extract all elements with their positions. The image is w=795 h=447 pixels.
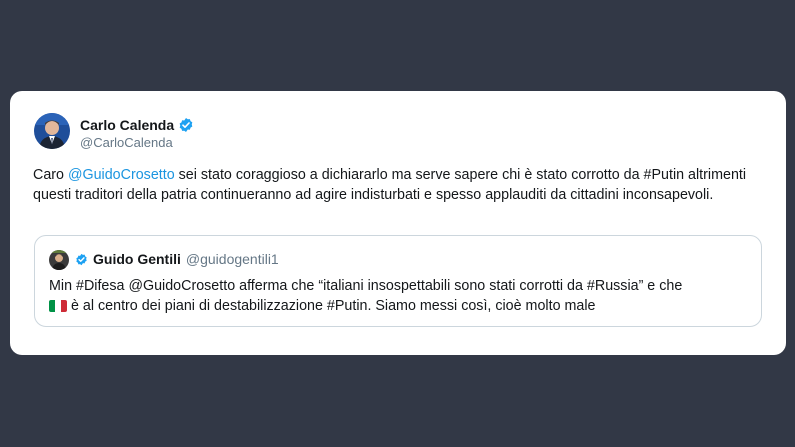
author-avatar[interactable] — [34, 113, 70, 149]
mention-link[interactable]: @GuidoCrosetto — [68, 167, 175, 183]
tweet-text: Caro @GuidoCrosetto sei stato coraggioso… — [33, 165, 763, 205]
verified-badge-icon — [75, 253, 88, 266]
quoted-text: Min #Difesa @GuidoCrosetto afferma che “… — [49, 276, 749, 316]
quoted-handle[interactable]: @guidogentili1 — [186, 251, 279, 267]
italy-flag-icon — [49, 300, 67, 312]
quoted-text-line-2-text: è al centro dei piani di destabilizzazio… — [71, 298, 596, 314]
tweet-card: Carlo Calenda @CarloCalenda Caro @GuidoC… — [10, 91, 786, 355]
author-name-row: Carlo Calenda — [80, 117, 194, 133]
quoted-name-row: Guido Gentili @guidogentili1 — [75, 251, 279, 267]
author-display-name[interactable]: Carlo Calenda — [80, 117, 174, 133]
verified-badge-icon — [178, 117, 194, 133]
quoted-text-line-1: Min #Difesa @GuidoCrosetto afferma che “… — [49, 278, 683, 294]
quoted-author-avatar[interactable] — [49, 250, 69, 270]
quoted-text-line-2: è al centro dei piani di destabilizzazio… — [49, 296, 749, 316]
tweet-text-prefix: Caro — [33, 167, 68, 183]
quoted-display-name[interactable]: Guido Gentili — [93, 251, 181, 267]
author-handle[interactable]: @CarloCalenda — [80, 135, 173, 150]
quoted-tweet[interactable]: Guido Gentili @guidogentili1 Min #Difesa… — [34, 235, 762, 327]
